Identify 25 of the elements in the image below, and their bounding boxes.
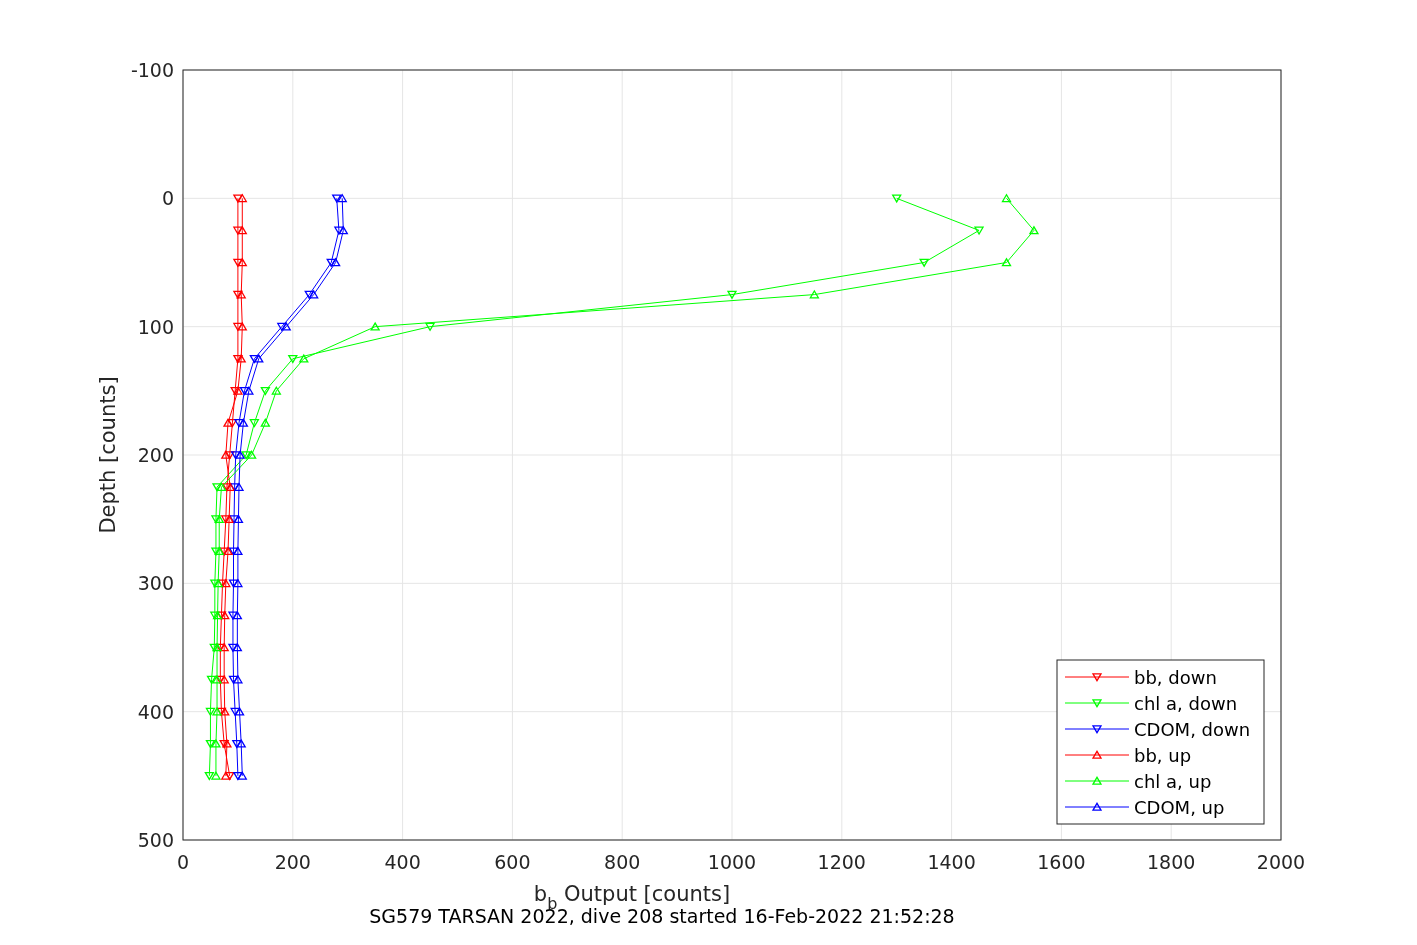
legend-label: bb, down xyxy=(1134,667,1217,688)
legend-label: chl a, down xyxy=(1134,693,1238,714)
tick-label: 1600 xyxy=(1037,851,1086,873)
legend-label: CDOM, up xyxy=(1134,797,1225,818)
tick-label: 400 xyxy=(137,700,174,723)
legend-label: bb, up xyxy=(1134,745,1192,766)
tick-label: 800 xyxy=(604,851,641,873)
tick-label: 200 xyxy=(137,444,174,466)
tick-label: 1800 xyxy=(1147,851,1196,873)
tick-label: 1000 xyxy=(707,851,757,873)
tick-label: 200 xyxy=(274,851,311,873)
tick-label: 300 xyxy=(137,572,174,595)
y-axis-label: Depth [counts] xyxy=(96,376,120,534)
tick-label: 0 xyxy=(176,851,190,873)
tick-label: 1200 xyxy=(817,851,866,873)
tick-label: 100 xyxy=(137,315,174,338)
tick-label: 0 xyxy=(161,187,174,210)
legend-label: CDOM, down xyxy=(1134,719,1251,740)
tick-label: 600 xyxy=(494,851,531,873)
tick-label: 500 xyxy=(137,829,174,851)
tick-label: 400 xyxy=(384,851,421,873)
legend-label: chl a, up xyxy=(1134,771,1212,792)
tick-label: 1400 xyxy=(927,851,976,873)
tick-label: 2000 xyxy=(1256,851,1306,873)
tick-label: -100 xyxy=(130,59,174,81)
